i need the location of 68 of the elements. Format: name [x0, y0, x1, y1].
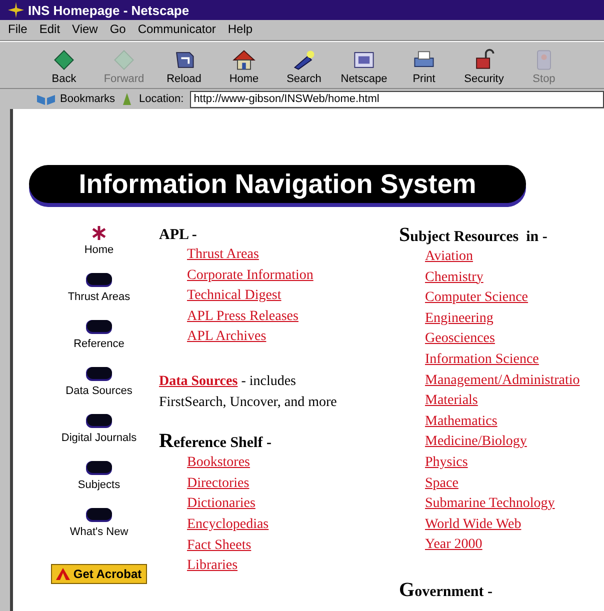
toolbar-button[interactable]: Back: [34, 46, 94, 88]
reference-link[interactable]: Libraries: [187, 556, 238, 577]
apl-link[interactable]: Thrust Areas: [187, 245, 259, 266]
subject-link[interactable]: Mathematics: [425, 412, 498, 432]
pill-icon: [85, 366, 113, 382]
subject-link[interactable]: Aviation: [425, 247, 473, 268]
menu-item[interactable]: View: [72, 22, 98, 38]
pill-icon: [84, 272, 113, 288]
subject-link[interactable]: Chemistry: [425, 268, 484, 288]
toolbar-button[interactable]: Reload: [154, 46, 214, 88]
reference-link[interactable]: Bookstores: [187, 453, 250, 474]
nav-item[interactable]: Data Sources: [66, 366, 132, 413]
nav-item[interactable]: Home: [84, 225, 114, 272]
data-sources-link[interactable]: Data Sources: [159, 374, 238, 389]
toolbar-button[interactable]: Security: [454, 46, 514, 88]
reference-link[interactable]: Encyclopedias: [187, 514, 269, 536]
toolbar-button[interactable]: Netscape: [334, 46, 394, 88]
menu-item[interactable]: Go: [110, 22, 126, 38]
acrobat-logo-icon: [56, 568, 70, 580]
pill-icon: [84, 413, 113, 429]
subject-link[interactable]: Physics: [425, 452, 468, 474]
section-heading: APL -: [159, 226, 198, 245]
location-field[interactable]: http://www-gibson/INSWeb/home.html: [190, 90, 604, 108]
pill-icon: [85, 507, 113, 523]
subject-link[interactable]: Management/Administratio: [425, 370, 580, 392]
book-icon: [36, 92, 56, 106]
subject-link[interactable]: Computer Science: [425, 288, 528, 309]
toolbar-button[interactable]: Search: [274, 46, 334, 88]
nav-item[interactable]: Subjects: [78, 460, 120, 507]
subject-link[interactable]: World Wide Web: [425, 514, 522, 536]
menu-item[interactable]: Communicator: [138, 22, 216, 38]
toolbar-button[interactable]: Print: [394, 46, 454, 88]
badge-text: Get Acrobat: [73, 567, 142, 581]
apl-link[interactable]: APL Press Releases: [187, 306, 298, 328]
bookmarks-button[interactable]: Bookmarks: [36, 92, 116, 106]
data-sources-text: Data Sources - includes FirstSearch, Uncover, and more: [159, 372, 338, 412]
subject-link[interactable]: Information Science: [425, 350, 539, 371]
reference-link[interactable]: Dictionaries: [187, 494, 256, 515]
nav-item[interactable]: Digital Journals: [61, 413, 137, 460]
page-banner: Information Navigation System: [29, 165, 526, 203]
nav-item[interactable]: Reference: [74, 319, 124, 366]
location-icon: [121, 92, 134, 106]
apl-link[interactable]: APL Archives: [187, 327, 266, 348]
reference-link[interactable]: Directories: [187, 474, 250, 494]
subject-link[interactable]: Medicine/Biology: [425, 432, 527, 453]
section-heading: Subject Resources in -: [399, 225, 548, 247]
section-heading: Reference Shelf -: [159, 431, 272, 454]
subject-link[interactable]: Materials: [425, 391, 478, 412]
pill-icon: [84, 460, 113, 476]
pill-icon: [84, 319, 113, 335]
acrobat-badge[interactable]: Get Acrobat: [51, 564, 147, 584]
subject-link[interactable]: Year 2000: [425, 535, 482, 556]
location-label: Location:: [139, 93, 184, 105]
subject-link[interactable]: Geosciences: [425, 329, 495, 350]
subject-link[interactable]: Space: [425, 474, 458, 494]
subject-link[interactable]: Engineering: [425, 308, 494, 330]
menu-item[interactable]: Edit: [39, 22, 60, 38]
reference-link[interactable]: Fact Sheets: [187, 536, 252, 556]
nav-item[interactable]: What's New: [70, 507, 128, 554]
apl-link[interactable]: Corporate Information: [187, 266, 314, 286]
window-title: INS Homepage - Netscape: [28, 2, 190, 18]
menu-item[interactable]: File: [8, 22, 28, 38]
nav-item[interactable]: Thrust Areas: [68, 272, 130, 319]
menu-item[interactable]: Help: [228, 22, 253, 38]
apl-link[interactable]: Technical Digest: [187, 286, 282, 307]
subject-link[interactable]: Submarine Technology: [425, 494, 555, 515]
section-heading: Government -: [399, 580, 494, 602]
toolbar-button[interactable]: Home: [214, 46, 274, 88]
